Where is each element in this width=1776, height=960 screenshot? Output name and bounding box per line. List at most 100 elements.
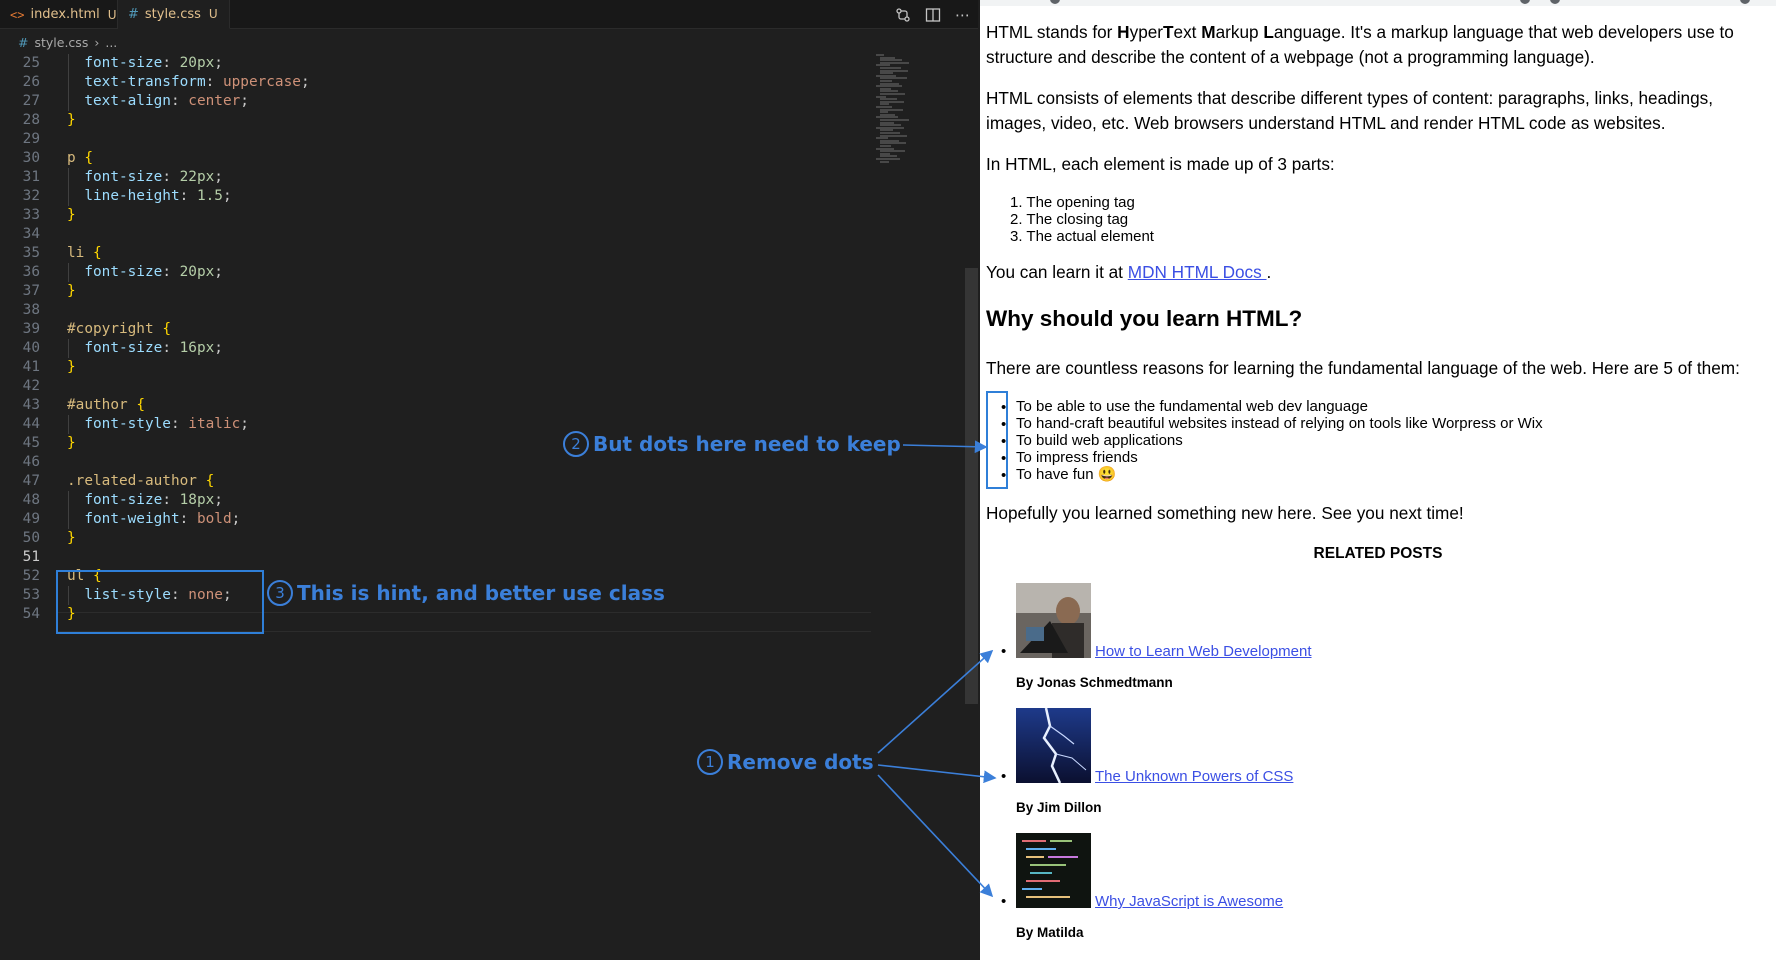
code-editor: <> index.html U ✕ # style.css U ⋯ # styl… <box>0 0 978 960</box>
indent-guide <box>68 415 69 434</box>
code-line[interactable]: 41} <box>0 358 860 377</box>
line-number: 45 <box>22 435 40 451</box>
code-line[interactable]: 32 line-height: 1.5; <box>0 187 860 206</box>
line-number: 47 <box>22 473 40 489</box>
avatar[interactable] <box>1740 0 1750 4</box>
bullets-highlight-box <box>986 391 1008 489</box>
line-number: 31 <box>22 169 40 185</box>
chevron-right-icon: › <box>94 34 100 50</box>
code-line[interactable]: 34 <box>0 225 860 244</box>
minimap[interactable] <box>876 54 976 174</box>
related-posts-title: RELATED POSTS <box>1313 545 1443 562</box>
html-file-icon: <> <box>10 7 25 22</box>
list-bullet: • <box>1001 768 1007 785</box>
list-item: • To impress friends <box>1001 449 1138 467</box>
list-item: • To hand-craft beautiful websites instea… <box>1001 415 1543 433</box>
line-number: 41 <box>22 359 40 375</box>
code-line[interactable]: 39 #copyright { <box>0 320 860 339</box>
tab-style-css[interactable]: # style.css U <box>118 0 230 29</box>
line-number: 32 <box>22 188 40 204</box>
code-line[interactable]: 40 font-size: 16px; <box>0 339 860 358</box>
breadcrumb-file[interactable]: style.css <box>34 35 88 50</box>
post-author: By Jonas Schmedtmann <box>1016 675 1173 690</box>
code-line[interactable]: 51 <box>0 548 860 567</box>
code-line[interactable]: 49 font-weight: bold; <box>0 510 860 529</box>
code-line[interactable]: 33} <box>0 206 860 225</box>
line-number: 46 <box>22 454 40 470</box>
browser-preview: HTML stands for HyperText Markup Languag… <box>980 0 1776 960</box>
why-heading: Why should you learn HTML? <box>986 306 1303 331</box>
post-link[interactable]: Why JavaScript is Awesome <box>1095 893 1283 910</box>
post-author: By Jim Dillon <box>1016 800 1102 815</box>
breadcrumb-rest[interactable]: ... <box>105 35 117 50</box>
code-text: text-transform: uppercase; <box>67 74 310 90</box>
code-line[interactable]: 37} <box>0 282 860 301</box>
code-line[interactable]: 43 #author { <box>0 396 860 415</box>
code-line[interactable]: 29 <box>0 130 860 149</box>
code-text: .related-author { <box>67 473 215 489</box>
elements-paragraph: HTML consists of elements that describe … <box>986 88 1714 133</box>
line-number: 38 <box>22 302 40 318</box>
indent-guide <box>68 491 69 529</box>
code-line[interactable]: 26 text-transform: uppercase; <box>0 73 860 92</box>
code-line[interactable]: 48 font-size: 18px; <box>0 491 860 510</box>
line-number: 49 <box>22 511 40 527</box>
extension-icon[interactable] <box>1520 0 1530 4</box>
breadcrumb: # style.css › ... <box>0 31 978 53</box>
code-line[interactable]: 27 text-align: center; <box>0 92 860 111</box>
tab-status: U <box>107 7 117 22</box>
list-item: 2. The closing tag <box>1010 211 1129 228</box>
line-number: 35 <box>22 245 40 261</box>
line-number: 27 <box>22 93 40 109</box>
intro-paragraph: HTML stands for HyperText Markup Languag… <box>986 22 1734 67</box>
code-line[interactable]: 36 font-size: 20px; <box>0 263 860 282</box>
code-text: font-size: 18px; <box>67 492 223 508</box>
line-number: 37 <box>22 283 40 299</box>
parts-paragraph: In HTML, each element is made up of 3 pa… <box>986 154 1335 174</box>
line-number: 33 <box>22 207 40 223</box>
code-line[interactable]: 47 .related-author { <box>0 472 860 491</box>
code-line[interactable]: 42 <box>0 377 860 396</box>
code-text: #author { <box>67 397 145 413</box>
line-number: 48 <box>22 492 40 508</box>
source-control-icon[interactable] <box>895 7 911 23</box>
code-text: font-style: italic; <box>67 416 249 432</box>
mdn-link[interactable]: MDN HTML Docs <box>1128 262 1267 282</box>
more-actions-icon[interactable]: ⋯ <box>955 6 970 24</box>
reload-icon[interactable] <box>1050 0 1060 4</box>
post-link[interactable]: How to Learn Web Development <box>1095 643 1312 660</box>
code-text: line-height: 1.5; <box>67 188 232 204</box>
code-line[interactable]: 35 li { <box>0 244 860 263</box>
line-number: 51 <box>22 549 40 565</box>
line-number: 34 <box>22 226 40 242</box>
tab-index-html[interactable]: <> index.html U ✕ <box>0 0 137 29</box>
code-line[interactable]: 31 font-size: 22px; <box>0 168 860 187</box>
code-line[interactable]: 30 p { <box>0 149 860 168</box>
browser-toolbar <box>980 0 1776 6</box>
indent-guide <box>68 168 69 206</box>
line-number: 44 <box>22 416 40 432</box>
post-thumbnail[interactable] <box>1016 833 1091 908</box>
post-link[interactable]: The Unknown Powers of CSS <box>1095 768 1293 785</box>
list-item: • To have fun 😃 <box>1001 466 1117 484</box>
post-thumbnail[interactable] <box>1016 708 1091 783</box>
code-line[interactable]: 38 <box>0 301 860 320</box>
code-text: font-size: 22px; <box>67 169 223 185</box>
code-text: #copyright { <box>67 321 171 337</box>
star-icon[interactable] <box>1550 0 1560 4</box>
line-number: 26 <box>22 74 40 90</box>
code-line[interactable]: 28} <box>0 111 860 130</box>
split-editor-icon[interactable] <box>925 7 941 23</box>
code-line[interactable]: 25 font-size: 20px; <box>0 54 860 73</box>
code-text: } <box>67 112 76 128</box>
code-line[interactable]: 50} <box>0 529 860 548</box>
line-number: 52 <box>22 568 40 584</box>
code-text: } <box>67 283 76 299</box>
code-text: font-size: 16px; <box>67 340 223 356</box>
list-item: 3. The actual element <box>1010 228 1154 245</box>
editor-scrollbar[interactable] <box>965 268 978 704</box>
code-area[interactable]: 25 font-size: 20px; 26 text-transform: up… <box>0 54 871 960</box>
post-thumbnail[interactable] <box>1016 583 1091 658</box>
code-text: } <box>67 207 76 223</box>
code-text: li { <box>67 245 102 261</box>
